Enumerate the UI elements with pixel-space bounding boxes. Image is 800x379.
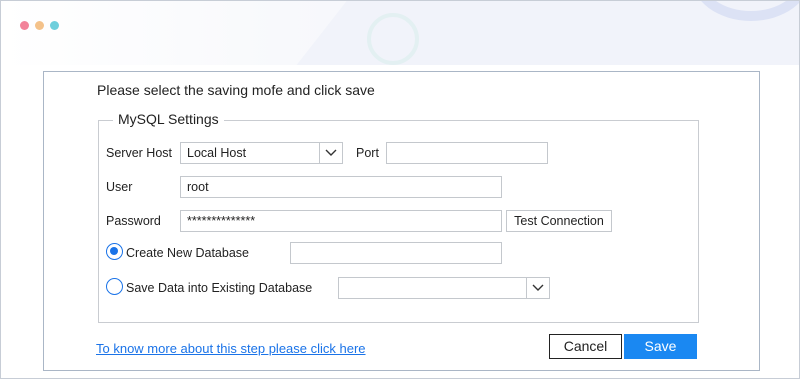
title-bar (1, 1, 799, 65)
help-link[interactable]: To know more about this step please clic… (96, 341, 366, 356)
existing-database-radio[interactable] (106, 278, 123, 295)
save-button[interactable]: Save (624, 334, 697, 359)
group-title: MySQL Settings (113, 111, 224, 127)
create-new-database-radio[interactable] (106, 243, 123, 260)
app-window: Please select the saving mofe and click … (0, 0, 800, 379)
chevron-down-icon[interactable] (319, 143, 342, 163)
port-input[interactable] (386, 142, 548, 164)
chevron-down-icon[interactable] (526, 278, 549, 298)
mysql-settings-group: MySQL Settings Server Host Local Host Po… (98, 111, 699, 323)
user-input[interactable]: root (180, 176, 502, 198)
instruction-text: Please select the saving mofe and click … (97, 82, 375, 98)
maximize-window-dot[interactable] (50, 21, 59, 30)
server-host-value: Local Host (187, 146, 247, 160)
cancel-button[interactable]: Cancel (549, 334, 622, 359)
close-window-dot[interactable] (20, 21, 29, 30)
new-database-name-input[interactable] (290, 242, 502, 264)
server-host-select[interactable]: Local Host (180, 142, 343, 164)
test-connection-button[interactable]: Test Connection (506, 210, 612, 232)
minimize-window-dot[interactable] (35, 21, 44, 30)
save-dialog: Please select the saving mofe and click … (43, 71, 760, 371)
password-label: Password (106, 214, 161, 228)
server-host-label: Server Host (106, 146, 172, 160)
existing-database-label[interactable]: Save Data into Existing Database (126, 281, 312, 295)
create-new-database-label[interactable]: Create New Database (126, 246, 249, 260)
port-label: Port (356, 146, 379, 160)
user-label: User (106, 180, 133, 194)
existing-database-select[interactable] (338, 277, 550, 299)
header-ring-decoration (367, 13, 419, 65)
password-input[interactable]: ************** (180, 210, 502, 232)
